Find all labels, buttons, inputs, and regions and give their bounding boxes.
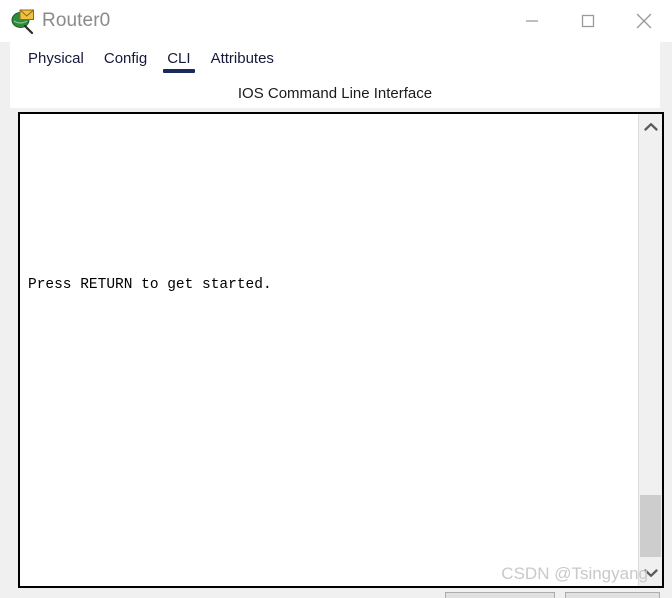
maximize-icon	[581, 14, 595, 28]
terminal-middle-spacer	[28, 330, 638, 560]
bottom-button-left[interactable]	[445, 592, 555, 598]
router-device-icon	[10, 8, 36, 34]
cli-terminal-panel: Press RETURN to get started. Router>en R…	[18, 112, 664, 588]
tab-cli-label: CLI	[167, 50, 191, 67]
tab-active-indicator	[163, 69, 195, 73]
window-controls	[504, 0, 672, 42]
tab-config[interactable]: Config	[94, 42, 157, 73]
window-titlebar: Router0	[0, 0, 672, 42]
maximize-button[interactable]	[560, 0, 616, 42]
chevron-down-icon	[643, 569, 658, 577]
scrollbar-thumb[interactable]	[640, 495, 661, 557]
scrollbar-down-button[interactable]	[639, 560, 662, 586]
close-button[interactable]	[616, 0, 672, 42]
tab-config-label: Config	[103, 50, 148, 67]
tab-attributes-label: Attributes	[210, 50, 274, 67]
cli-output-area[interactable]: Press RETURN to get started. Router>en R…	[20, 114, 638, 586]
terminal-top-spacer	[28, 150, 638, 240]
cli-text-content: Press RETURN to get started. Router>en R…	[28, 114, 638, 586]
chevron-up-icon	[643, 123, 658, 131]
tab-attributes[interactable]: Attributes	[201, 42, 284, 73]
scrollbar-track[interactable]	[639, 140, 662, 560]
window-title: Router0	[42, 10, 111, 31]
bottom-button-right[interactable]	[565, 592, 660, 598]
router-cli-window: Router0 Physical Config CLI Attributes I…	[0, 0, 672, 598]
dialog-bottom-bar	[0, 588, 672, 598]
tab-strip: Physical Config CLI Attributes	[10, 42, 660, 80]
tab-physical-label: Physical	[28, 50, 84, 67]
terminal-scrollbar[interactable]	[638, 114, 662, 586]
terminal-banner-line: Press RETURN to get started.	[28, 277, 272, 293]
tab-cli[interactable]: CLI	[157, 42, 200, 73]
minimize-icon	[526, 20, 538, 22]
minimize-button[interactable]	[504, 0, 560, 42]
tab-physical[interactable]: Physical	[18, 42, 94, 73]
close-icon	[636, 13, 652, 29]
scrollbar-up-button[interactable]	[639, 114, 662, 140]
panel-header-title: IOS Command Line Interface	[10, 80, 660, 108]
